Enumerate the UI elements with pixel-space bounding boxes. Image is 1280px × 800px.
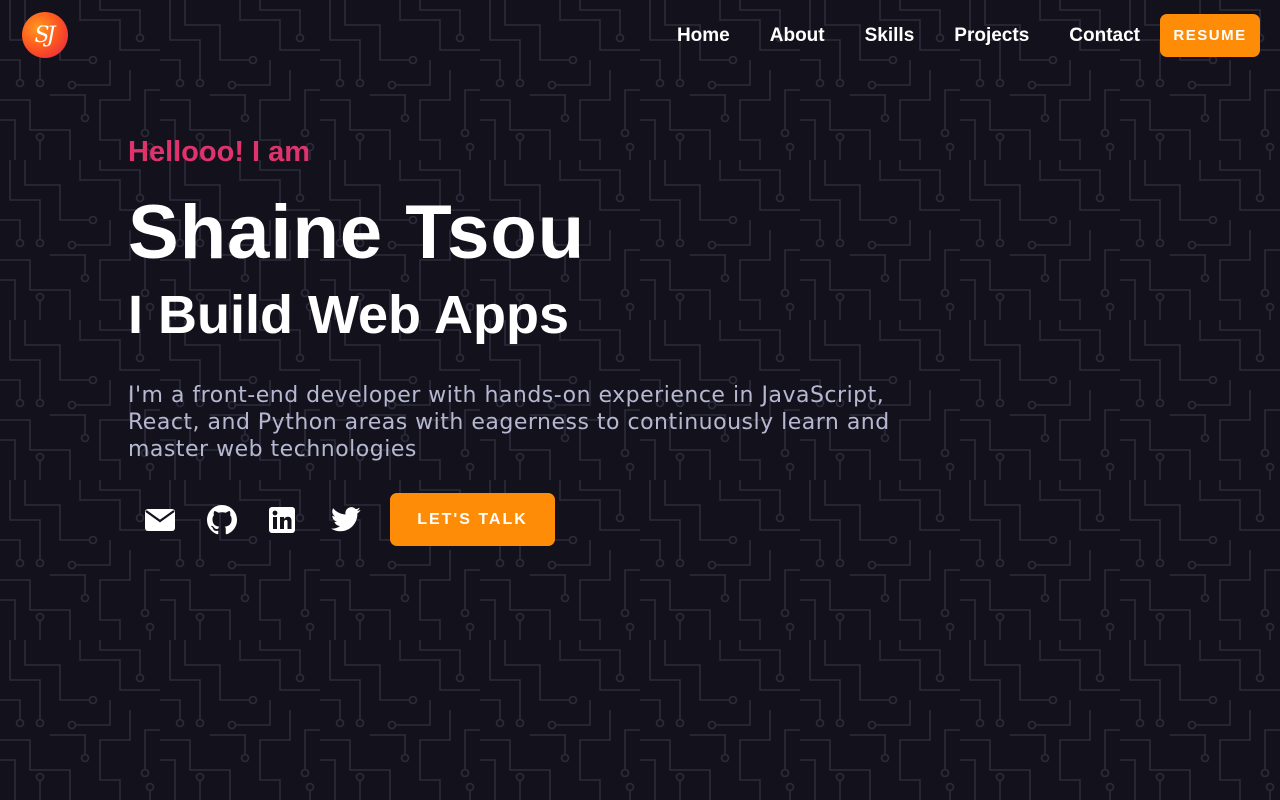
github-icon [207, 504, 237, 534]
logo-text: SJ [34, 22, 56, 48]
email-link[interactable] [128, 493, 190, 546]
envelope-icon [145, 508, 175, 531]
resume-button[interactable]: RESUME [1160, 14, 1260, 57]
lets-talk-button[interactable]: LET'S TALK [390, 493, 555, 546]
hero-section: Hellooo! I am Shaine Tsou I Build Web Ap… [128, 130, 1028, 546]
nav-link-contact[interactable]: Contact [1069, 25, 1140, 47]
main-nav: Home About Skills Projects Contact RESUM… [677, 14, 1260, 57]
github-link[interactable] [190, 493, 252, 546]
linkedin-icon [269, 506, 295, 533]
logo[interactable]: SJ [22, 12, 68, 58]
site-header: SJ Home About Skills Projects Contact RE… [0, 0, 1280, 70]
hero-bio: I'm a front-end developer with hands-on … [128, 383, 890, 462]
nav-link-projects[interactable]: Projects [954, 25, 1029, 47]
twitter-link[interactable] [314, 493, 376, 546]
nav-link-about[interactable]: About [770, 25, 825, 47]
linkedin-link[interactable] [252, 493, 314, 546]
hero-greeting: Hellooo! I am [128, 136, 311, 168]
twitter-icon [331, 507, 361, 532]
hero-tagline: I Build Web Apps [128, 285, 569, 345]
nav-link-skills[interactable]: Skills [865, 25, 915, 47]
hero-name: Shaine Tsou [128, 190, 586, 275]
nav-link-home[interactable]: Home [677, 25, 730, 47]
hero-actions: LET'S TALK [128, 493, 1028, 546]
